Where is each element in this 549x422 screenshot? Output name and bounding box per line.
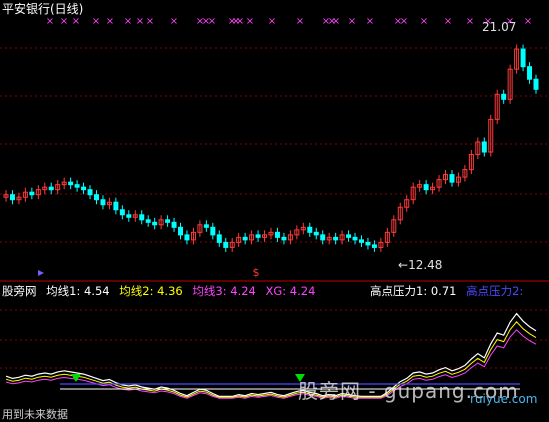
candle-body [533,78,539,90]
future-data-note: 用到未来数据 [2,408,68,421]
candle-body [365,241,371,246]
x-marker: × [524,16,532,27]
x-marker: × [246,16,254,27]
xg-label: XG: 4.24 [265,284,316,298]
candle-body [352,236,358,241]
candle-body [100,199,106,206]
x-marker: × [146,16,154,27]
grid-lines [0,47,549,369]
candle-body [74,184,80,188]
play-marker [38,270,44,276]
candle-body [152,221,158,226]
candle-body [93,194,99,201]
candle-body [333,236,339,241]
candle-body [358,239,364,243]
pressure-legend: 高点压力1: 0.71 高点压力2: [370,284,529,298]
x-marker: × [106,16,114,27]
candle-body [320,234,326,241]
high-pressure2-label: 高点压力2: [466,284,524,298]
ma1-label: 均线1: 4.54 [46,284,110,298]
candle-body [255,234,261,238]
candle-body [481,141,487,153]
x-marker: × [72,16,80,27]
candle-body [178,226,184,236]
chart-canvas: × × × × × × × × × ××× ××× × × × ××× × × ×× × × × × × × $ [0,16,549,399]
x-marker: × [400,16,408,27]
candle-body [29,191,35,196]
high-price-label: 21.07 [482,20,517,34]
low-price-value: 12.48 [408,258,443,272]
x-marker: × [348,16,356,27]
candle-body [119,209,125,216]
indicator-legend: 股旁网 均线1: 4.54 均线2: 4.36 均线3: 4.24 XG: 4.… [2,284,321,298]
ma3-label: 均线3: 4.24 [192,284,256,298]
candle-body [165,219,171,223]
x-marker: × [60,16,68,27]
x-markers: × × × × × × × × × ××× ××× × × × ××× × × ×× × × × × × × [46,16,532,27]
candle-body [242,236,248,241]
candle-body [371,244,377,248]
indicator-source: 股旁网 [2,284,37,298]
candle-body [520,48,526,68]
candlestick-series [3,44,539,252]
candle-body [216,234,222,243]
x-marker: × [366,16,374,27]
chart-annotations: $ [38,266,260,279]
candle-body [81,186,87,191]
candle-body [126,214,132,218]
x-marker: × [208,16,216,27]
candle-body [449,174,455,183]
low-price-label: ←12.48 [398,258,443,272]
candle-body [145,219,151,223]
candle-body [9,194,15,201]
sell-marker: $ [253,266,260,279]
candle-body [113,201,119,211]
candle-body [87,189,93,196]
candle-body [346,234,352,238]
candle-body [184,234,190,241]
x-marker: × [170,16,178,27]
x-marker: × [46,16,54,27]
x-marker: × [124,16,132,27]
candle-body [203,224,209,228]
candle-body [48,186,54,191]
candle-body [307,226,313,233]
x-marker: × [296,16,304,27]
x-marker: × [268,16,276,27]
x-marker: × [466,16,474,27]
ma2-label: 均线2: 4.36 [119,284,183,298]
candle-body [274,231,280,238]
candle-body [281,236,287,241]
chart-title: 平安银行(日线) [2,2,84,16]
high-pressure1-label: 高点压力1: 0.71 [370,284,457,298]
candle-body [527,66,533,80]
x-marker: × [136,16,144,27]
x-marker: × [444,16,452,27]
x-marker: × [92,16,100,27]
candle-body [313,231,319,236]
candle-body [423,184,429,191]
watermark-badge: ruiyue.com [470,392,538,406]
candle-body [223,241,229,248]
candle-body [171,221,177,228]
candle-body [501,93,507,100]
green-arrow-icon [71,374,81,382]
x-marker: × [236,16,244,27]
candle-body [210,226,216,236]
x-marker: × [332,16,340,27]
x-marker: × [420,16,428,27]
candle-body [68,181,74,186]
candle-body [139,214,145,221]
